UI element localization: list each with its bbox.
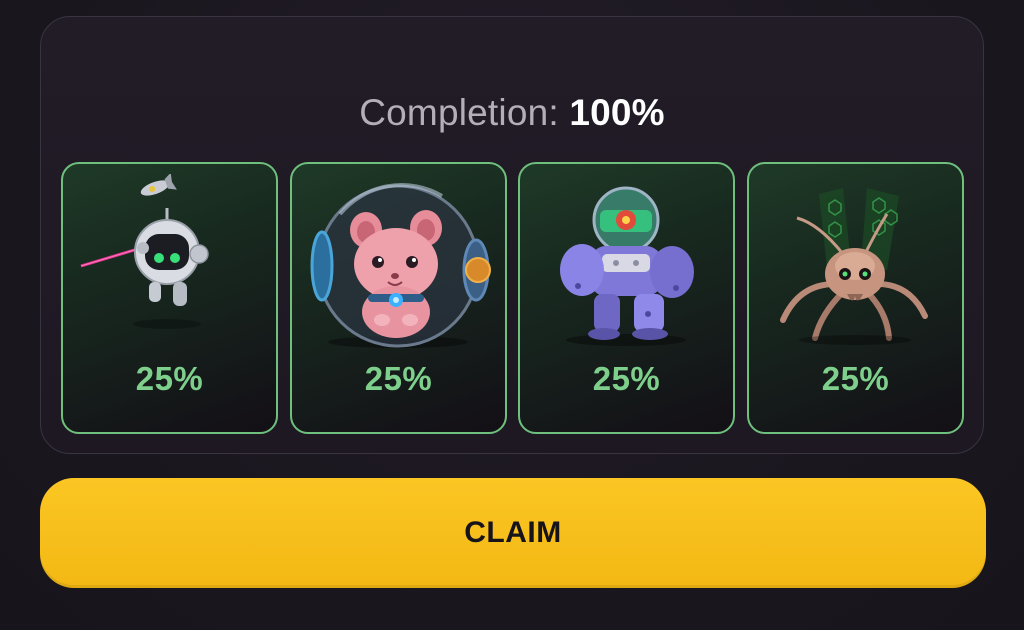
reward-cards: 25% 25% 25% 25% [61, 162, 965, 436]
hamster-ball-icon [310, 183, 491, 348]
page: Completion: 100% 25% 25% 25% 25% CLAIM [0, 0, 1024, 630]
card-percent: 25% [592, 360, 661, 397]
card-percent: 25% [135, 360, 204, 397]
claim-button-label: CLAIM [464, 516, 562, 549]
purple-mech-icon [560, 186, 694, 346]
completion-value: 100% [569, 92, 665, 133]
reward-card-hamster-ball[interactable]: 25% [290, 162, 507, 434]
card-percent: 25% [364, 360, 433, 397]
completion-label: Completion: [359, 92, 559, 133]
card-percent: 25% [821, 360, 890, 397]
reward-card-spider-bug[interactable]: 25% [747, 162, 964, 434]
robot-drone-icon [80, 174, 209, 329]
spider-bug-icon [780, 188, 928, 345]
reward-card-robot-drone[interactable]: 25% [61, 162, 278, 434]
completion-status: Completion: 100% [41, 91, 983, 135]
claim-button[interactable]: CLAIM [40, 478, 986, 588]
reward-card-purple-mech[interactable]: 25% [518, 162, 735, 434]
